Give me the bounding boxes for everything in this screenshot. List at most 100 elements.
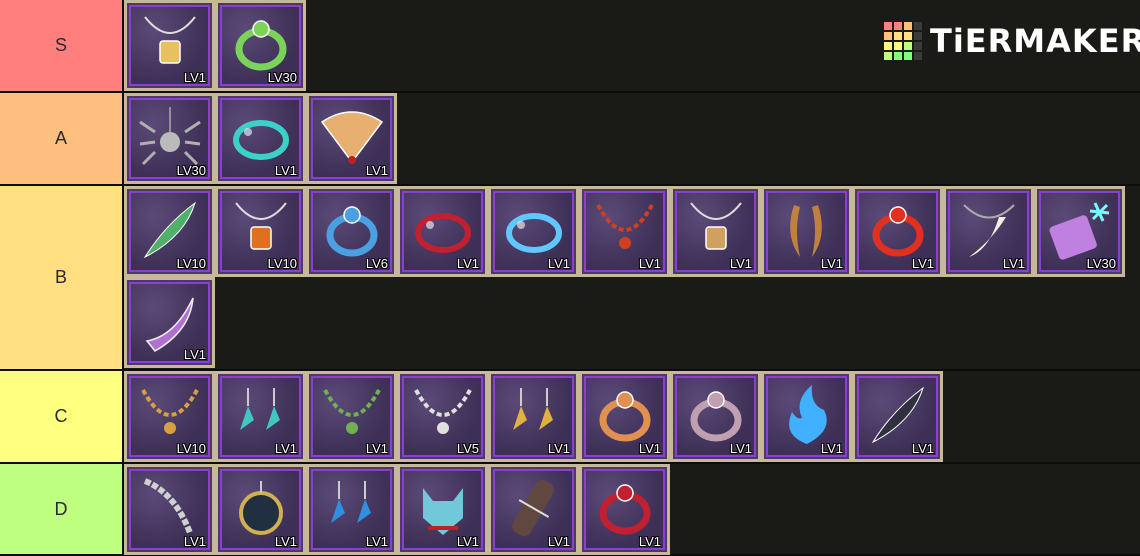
tier-label-a[interactable]: A	[0, 93, 124, 184]
item-level-label: LV1	[183, 534, 206, 549]
tier-item-leaf-earrings[interactable]: LV1	[215, 371, 306, 462]
pendant-icon	[690, 202, 742, 250]
earring-icon	[331, 481, 371, 523]
tier-item-ruby-signet-ring[interactable]: LV1	[579, 464, 670, 555]
tier-item-bead-necklace[interactable]: LV1	[579, 186, 670, 277]
tier-item-paper-fan[interactable]: LV1	[306, 93, 397, 184]
tier-item-green-serpent-ring[interactable]: LV30	[215, 0, 306, 91]
tier-item-sapphire-ring[interactable]: LV6	[306, 186, 397, 277]
tier-label-c[interactable]: C	[0, 371, 124, 462]
horn-icon	[790, 205, 822, 257]
item-level-label: LV1	[274, 441, 297, 456]
tier-item-gold-hoops[interactable]: LV1	[488, 371, 579, 462]
fan-icon	[320, 111, 384, 164]
comb-icon	[1049, 202, 1110, 260]
pendant-icon	[235, 202, 287, 250]
item-level-label: LV1	[820, 441, 843, 456]
tier-item-bone-necklace[interactable]: LV10	[124, 371, 215, 462]
fang-icon	[963, 204, 1015, 257]
tiermaker-logo[interactable]: TiERMAKER	[884, 22, 1140, 60]
item-level-label: LV1	[274, 163, 297, 178]
tier-item-charm-necklace[interactable]: LV1	[670, 186, 761, 277]
item-level-label: LV10	[176, 441, 206, 456]
tier-items-d: LV1 LV1 LV1 LV1 LV1 LV1	[124, 464, 1140, 555]
earring-icon	[513, 388, 553, 430]
item-level-label: LV1	[820, 256, 843, 271]
tier-item-blue-flame[interactable]: LV1	[761, 371, 852, 462]
item-level-label: LV1	[638, 534, 661, 549]
tier-row-b: B LV10 LV10 LV6 LV1 LV1 LV1 LV1 LV1 LV1 LV1 LV30 LV1	[0, 186, 1140, 371]
tier-item-peacock-feather[interactable]: LV10	[124, 186, 215, 277]
tier-item-dreamcatcher-necklace[interactable]: LV1	[306, 371, 397, 462]
tier-label-b[interactable]: B	[0, 186, 124, 369]
flame-icon	[789, 385, 827, 444]
item-level-label: LV10	[176, 256, 206, 271]
logo-grid-icon	[884, 22, 922, 60]
tier-item-fang-necklace[interactable]: LV1	[943, 186, 1034, 277]
tier-item-pearl-cord[interactable]: LV5	[397, 371, 488, 462]
item-level-label: LV1	[183, 347, 206, 362]
item-level-label: LV30	[267, 70, 297, 85]
item-level-label: LV1	[274, 534, 297, 549]
tier-item-horn-pair[interactable]: LV1	[761, 186, 852, 277]
tier-item-red-jewel-ring[interactable]: LV1	[852, 186, 943, 277]
wolf-icon	[423, 488, 463, 535]
tier-row-a: A LV30 LV1 LV1	[0, 93, 1140, 186]
item-level-label: LV30	[176, 163, 206, 178]
tier-item-red-cord-bracelet[interactable]: LV1	[397, 186, 488, 277]
necklace-icon	[596, 204, 654, 249]
ring-icon	[690, 391, 742, 442]
medallion-icon	[239, 481, 283, 535]
item-level-label: LV1	[1002, 256, 1025, 271]
tier-item-blue-bead-earrings[interactable]: LV1	[306, 464, 397, 555]
tier-item-bone-whip[interactable]: LV1	[124, 464, 215, 555]
item-level-label: LV1	[547, 534, 570, 549]
tier-item-dark-feather[interactable]: LV1	[852, 371, 943, 462]
item-level-label: LV1	[365, 441, 388, 456]
tier-label-s[interactable]: S	[0, 0, 124, 91]
earring-icon	[240, 388, 280, 430]
item-level-label: LV1	[911, 256, 934, 271]
tier-items-c: LV10 LV1 LV1 LV5 LV1 LV1 LV1 LV1 LV1	[124, 371, 1140, 462]
tier-item-amber-necklace[interactable]: LV10	[215, 186, 306, 277]
item-level-label: LV1	[547, 256, 570, 271]
ring-icon	[599, 484, 651, 535]
item-level-label: LV1	[365, 534, 388, 549]
tier-item-wolf-mask[interactable]: LV1	[397, 464, 488, 555]
bracelet-icon	[233, 120, 289, 160]
spider-icon	[139, 107, 201, 166]
tier-item-dark-medallion[interactable]: LV1	[215, 464, 306, 555]
tier-item-spider-necklace[interactable]: LV30	[124, 93, 215, 184]
item-level-label: LV10	[267, 256, 297, 271]
tier-item-amulet-pendant[interactable]: LV1	[124, 0, 215, 91]
necklace-icon	[414, 389, 472, 434]
necklace-icon	[323, 389, 381, 434]
tier-item-frost-comb[interactable]: LV30	[1034, 186, 1125, 277]
tier-item-gold-band[interactable]: LV1	[579, 371, 670, 462]
ring-icon	[872, 206, 924, 257]
tier-item-silver-band[interactable]: LV1	[670, 371, 761, 462]
ring-icon	[326, 206, 378, 257]
bone-icon	[143, 478, 193, 535]
item-level-label: LV1	[729, 441, 752, 456]
item-level-label: LV1	[547, 441, 570, 456]
claw-icon	[145, 297, 194, 352]
tier-row-d: D LV1 LV1 LV1 LV1 LV1 LV1	[0, 464, 1140, 556]
necklace-icon	[141, 389, 199, 434]
feather-icon	[871, 386, 924, 444]
ring-icon	[599, 391, 651, 442]
item-level-label: LV1	[729, 256, 752, 271]
tier-row-c: C LV10 LV1 LV1 LV5 LV1 LV1 LV1 LV1 LV1	[0, 371, 1140, 464]
tier-item-teal-bracelet[interactable]: LV1	[215, 93, 306, 184]
tier-list: S LV1 LV30 A LV30 LV1 LV1 B LV10 LV10 LV6 LV1 LV1 LV1…	[0, 0, 1140, 556]
tier-item-crystal-bangle[interactable]: LV1	[488, 186, 579, 277]
tier-item-wrapped-scroll[interactable]: LV1	[488, 464, 579, 555]
tier-items-b: LV10 LV10 LV6 LV1 LV1 LV1 LV1 LV1 LV1 LV1 LV30 LV1	[124, 186, 1140, 369]
feather-icon	[143, 201, 196, 259]
tier-label-d[interactable]: D	[0, 464, 124, 554]
pendant-icon	[144, 16, 196, 64]
item-level-label: LV1	[456, 256, 479, 271]
tier-items-a: LV30 LV1 LV1	[124, 93, 1140, 184]
item-level-label: LV6	[365, 256, 388, 271]
tier-item-violet-claw[interactable]: LV1	[124, 277, 215, 368]
